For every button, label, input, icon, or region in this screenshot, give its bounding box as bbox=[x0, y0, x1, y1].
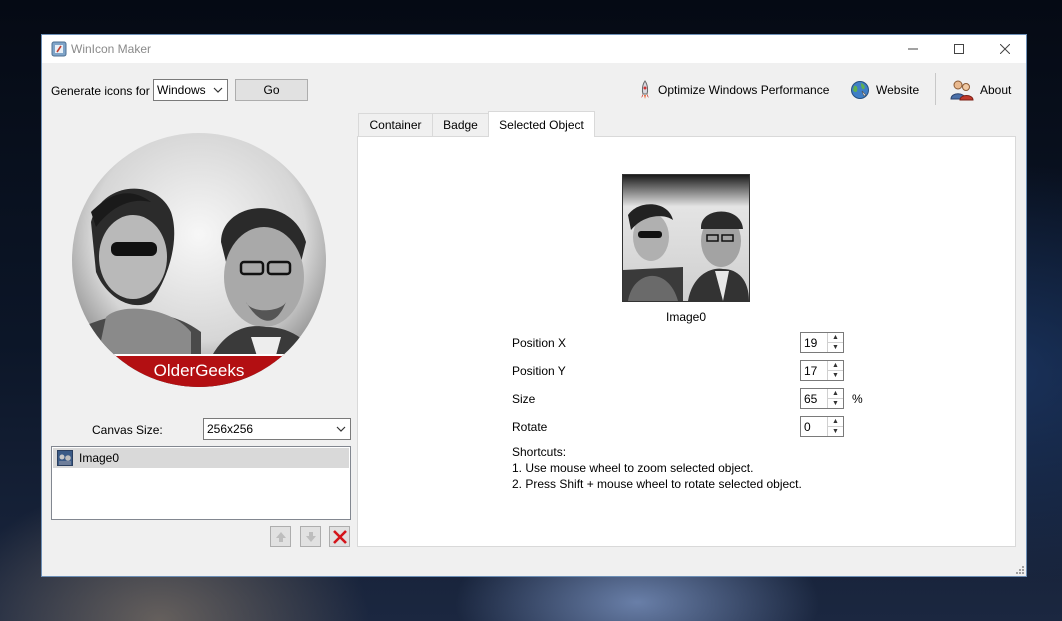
rocket-icon bbox=[641, 80, 649, 99]
spin-down-icon[interactable]: ▼ bbox=[828, 343, 843, 352]
app-window: WinIcon Maker Generate icons for Windows… bbox=[41, 34, 1027, 577]
optimize-performance-link[interactable]: Optimize Windows Performance bbox=[638, 80, 829, 100]
shortcuts-title: Shortcuts: bbox=[512, 445, 567, 459]
spin-down-icon[interactable]: ▼ bbox=[828, 371, 843, 380]
preview-canvas: OlderGeeks bbox=[72, 133, 326, 387]
maximize-button[interactable] bbox=[936, 35, 982, 63]
move-down-button[interactable] bbox=[300, 526, 321, 547]
rotate-value: 0 bbox=[804, 420, 811, 434]
image-thumbnail-icon bbox=[57, 450, 73, 466]
selected-object-name: Image0 bbox=[666, 310, 707, 324]
shortcut-2: 2. Press Shift + mouse wheel to rotate s… bbox=[512, 477, 802, 491]
move-up-button[interactable] bbox=[270, 526, 291, 547]
globe-icon bbox=[851, 81, 869, 99]
about-label: About bbox=[980, 83, 1012, 97]
tab-label: Selected Object bbox=[499, 117, 584, 132]
canvas-size-value: 256x256 bbox=[207, 422, 254, 436]
selected-object-panel: Image0 Position X 19 ▲ ▼ Position Y 17 ▲ ▼… bbox=[357, 136, 1016, 547]
minimize-icon bbox=[908, 48, 918, 50]
spin-up-icon[interactable]: ▲ bbox=[828, 361, 843, 371]
title-bar[interactable]: WinIcon Maker bbox=[42, 35, 1026, 63]
delete-x-icon bbox=[332, 529, 347, 544]
window-title: WinIcon Maker bbox=[71, 42, 152, 56]
size-value: 65 bbox=[804, 392, 818, 406]
tab-container[interactable]: Container bbox=[358, 113, 433, 136]
tab-label: Container bbox=[369, 118, 422, 132]
position-y-value: 17 bbox=[804, 364, 818, 378]
platform-value: Windows bbox=[157, 83, 206, 97]
optimize-label: Optimize Windows Performance bbox=[658, 83, 830, 97]
object-list[interactable]: Image0 bbox=[51, 446, 351, 520]
position-y-stepper[interactable]: 17 ▲ ▼ bbox=[800, 360, 844, 381]
maximize-icon bbox=[954, 44, 964, 54]
list-item-label: Image0 bbox=[79, 451, 120, 465]
rotate-label: Rotate bbox=[512, 420, 548, 434]
spin-down-icon[interactable]: ▼ bbox=[828, 427, 843, 436]
close-button[interactable] bbox=[982, 35, 1028, 63]
badge-text: OlderGeeks bbox=[154, 361, 245, 380]
resize-grip-icon[interactable] bbox=[1014, 564, 1024, 574]
icon-preview[interactable]: OlderGeeks bbox=[71, 132, 327, 388]
selected-object-thumbnail bbox=[622, 174, 750, 302]
tab-selected-object[interactable]: Selected Object bbox=[488, 111, 595, 137]
spin-up-icon[interactable]: ▲ bbox=[828, 333, 843, 343]
go-button[interactable]: Go bbox=[235, 79, 308, 101]
spin-up-icon[interactable]: ▲ bbox=[828, 417, 843, 427]
arrow-down-icon bbox=[305, 531, 316, 542]
app-logo-icon bbox=[51, 41, 67, 57]
toolbar-separator bbox=[935, 73, 936, 105]
website-link[interactable]: Website bbox=[850, 80, 919, 100]
chevron-down-icon bbox=[213, 87, 223, 93]
users-icon bbox=[950, 80, 974, 101]
size-unit: % bbox=[852, 392, 863, 406]
position-x-value: 19 bbox=[804, 336, 818, 350]
chevron-down-icon bbox=[336, 426, 346, 432]
size-stepper[interactable]: 65 ▲ ▼ bbox=[800, 388, 844, 409]
arrow-up-icon bbox=[275, 531, 286, 542]
close-icon bbox=[1000, 44, 1010, 54]
spin-up-icon[interactable]: ▲ bbox=[828, 389, 843, 399]
spin-down-icon[interactable]: ▼ bbox=[828, 399, 843, 408]
go-label: Go bbox=[263, 83, 280, 97]
tab-label: Badge bbox=[443, 118, 478, 132]
delete-button[interactable] bbox=[329, 526, 350, 547]
size-label: Size bbox=[512, 392, 536, 406]
position-x-label: Position X bbox=[512, 336, 567, 350]
shortcut-1: 1. Use mouse wheel to zoom selected obje… bbox=[512, 461, 754, 475]
list-item[interactable]: Image0 bbox=[53, 448, 349, 468]
about-link[interactable]: About bbox=[950, 79, 1011, 101]
rotate-stepper[interactable]: 0 ▲ ▼ bbox=[800, 416, 844, 437]
generate-label: Generate icons for bbox=[51, 84, 150, 98]
website-label: Website bbox=[876, 83, 920, 97]
platform-select[interactable]: Windows bbox=[153, 79, 228, 101]
tab-badge[interactable]: Badge bbox=[432, 113, 489, 136]
position-x-stepper[interactable]: 19 ▲ ▼ bbox=[800, 332, 844, 353]
position-y-label: Position Y bbox=[512, 364, 566, 378]
minimize-button[interactable] bbox=[890, 35, 936, 63]
canvas-size-select[interactable]: 256x256 bbox=[203, 418, 351, 440]
canvas-size-label: Canvas Size: bbox=[92, 423, 163, 437]
